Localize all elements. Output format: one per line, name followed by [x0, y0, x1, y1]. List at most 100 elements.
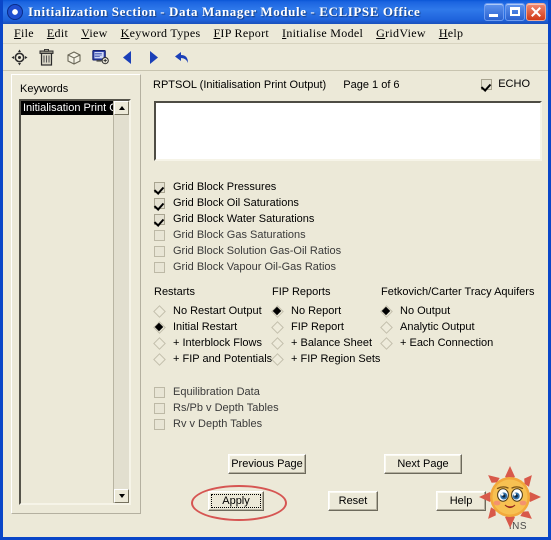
- radio-label: No Output: [400, 305, 451, 317]
- radio-diamond[interactable]: [272, 354, 283, 365]
- scroll-down-icon[interactable]: [114, 489, 129, 503]
- toolbar: [3, 44, 548, 71]
- checkbox-label: Grid Block Water Saturations: [173, 213, 315, 225]
- checkbox-rv-v-depth-tables[interactable]: Rv v Depth Tables: [154, 416, 384, 432]
- checkbox-box[interactable]: [154, 418, 165, 430]
- radio-no-report[interactable]: No Report: [272, 303, 380, 319]
- list-item-initialisation-print-output[interactable]: Initialisation Print Output: [21, 101, 113, 115]
- arrow-right-icon[interactable]: [145, 48, 163, 66]
- radio-diamond[interactable]: [381, 306, 392, 317]
- radio-diamond[interactable]: [272, 338, 283, 349]
- scrollbar-track[interactable]: [114, 115, 129, 489]
- next-page-button[interactable]: Next Page: [384, 454, 462, 474]
- maximize-button[interactable]: [505, 3, 525, 21]
- radio-diamond[interactable]: [381, 338, 392, 349]
- radio-initial-restart[interactable]: Initial Restart: [154, 319, 272, 335]
- echo-checkbox-box[interactable]: [481, 78, 493, 90]
- keyword-name: RPTSOL (Initialisation Print Output): [153, 79, 327, 91]
- cube-icon[interactable]: [64, 48, 82, 66]
- checkbox-label: Equilibration Data: [173, 386, 260, 398]
- close-button[interactable]: [526, 3, 546, 21]
- menu-edit[interactable]: Edit: [41, 25, 75, 42]
- checkbox-box[interactable]: [154, 402, 165, 414]
- radio-label: + FIP and Potentials: [173, 353, 273, 365]
- checkbox-grid-block-oil-saturations[interactable]: Grid Block Oil Saturations: [154, 195, 454, 211]
- checkbox-equilibration-data[interactable]: Equilibration Data: [154, 384, 384, 400]
- checkbox-box[interactable]: [154, 261, 165, 273]
- checkbox-box[interactable]: [154, 213, 165, 225]
- checkbox-box[interactable]: [154, 245, 165, 257]
- radio-fip-report[interactable]: FIP Report: [272, 319, 380, 335]
- radio-diamond[interactable]: [154, 354, 165, 365]
- target-crosshair-icon[interactable]: [10, 48, 28, 66]
- menu-file[interactable]: File: [8, 25, 41, 42]
- checkbox-box[interactable]: [154, 229, 165, 241]
- checkbox-box[interactable]: [154, 386, 165, 398]
- menu-initialise-model[interactable]: Initialise Model: [276, 25, 370, 42]
- radio-diamond[interactable]: [272, 306, 283, 317]
- title-bar: Initialization Section - Data Manager Mo…: [3, 0, 548, 24]
- menu-help[interactable]: Help: [433, 25, 471, 42]
- radio-diamond[interactable]: [154, 306, 165, 317]
- page-indicator: Page 1 of 6: [343, 79, 400, 91]
- radio-label: No Restart Output: [173, 305, 262, 317]
- menu-keyword-types[interactable]: Keyword Types: [115, 25, 208, 42]
- checkbox-grid-block-water-saturations[interactable]: Grid Block Water Saturations: [154, 211, 454, 227]
- radio-interblock-flows[interactable]: + Interblock Flows: [154, 335, 272, 351]
- previous-page-button[interactable]: Previous Page: [228, 454, 306, 474]
- checkbox-box[interactable]: [154, 181, 165, 193]
- keywords-label: Keywords: [20, 83, 69, 95]
- checkbox-label: Grid Block Vapour Oil-Gas Ratios: [173, 261, 337, 273]
- checkbox-label: Grid Block Gas Saturations: [173, 229, 306, 241]
- radio-diamond[interactable]: [154, 338, 165, 349]
- radio-label: + Interblock Flows: [173, 337, 262, 349]
- grid-block-options-group: Grid Block Pressures Grid Block Oil Satu…: [154, 179, 454, 275]
- radio-label: + Each Connection: [400, 337, 494, 349]
- keywords-scrollbar[interactable]: [113, 101, 129, 503]
- radio-label: FIP Report: [291, 321, 344, 333]
- echo-checkbox[interactable]: ECHO: [481, 78, 530, 90]
- keywords-listbox[interactable]: Initialisation Print Output: [19, 99, 131, 505]
- rptsol-form-panel: RPTSOL (Initialisation Print Output) Pag…: [148, 71, 542, 534]
- arrow-left-icon[interactable]: [118, 48, 136, 66]
- menu-view[interactable]: View: [75, 25, 114, 42]
- scroll-up-icon[interactable]: [114, 101, 129, 115]
- radio-fip-and-potentials[interactable]: + FIP and Potentials: [154, 351, 272, 367]
- radio-no-restart-output[interactable]: No Restart Output: [154, 303, 272, 319]
- keywords-list-items: Initialisation Print Output: [21, 101, 113, 503]
- checkbox-box[interactable]: [154, 197, 165, 209]
- radio-balance-sheet[interactable]: + Balance Sheet: [272, 335, 380, 351]
- radio-each-connection[interactable]: + Each Connection: [381, 335, 534, 351]
- checkbox-rs-pb-v-depth-tables[interactable]: Rs/Pb v Depth Tables: [154, 400, 384, 416]
- radio-label: Analytic Output: [400, 321, 475, 333]
- minimize-button[interactable]: [484, 3, 504, 21]
- radio-diamond[interactable]: [154, 322, 165, 333]
- table-options-group: Equilibration Data Rs/Pb v Depth Tables …: [154, 384, 384, 432]
- checkbox-label: Grid Block Pressures: [173, 181, 277, 193]
- apply-button[interactable]: Apply: [208, 491, 264, 511]
- radio-analytic-output[interactable]: Analytic Output: [381, 319, 534, 335]
- menu-fip-report[interactable]: FIP Report: [207, 25, 276, 42]
- comment-textarea[interactable]: [154, 101, 542, 161]
- checkbox-grid-block-gas-saturations[interactable]: Grid Block Gas Saturations: [154, 227, 454, 243]
- radio-group-restarts: Restarts No Restart Output Initial Resta…: [154, 286, 272, 367]
- menu-gridview[interactable]: GridView: [370, 25, 433, 42]
- checkbox-grid-block-pressures[interactable]: Grid Block Pressures: [154, 179, 454, 195]
- undo-arrow-icon[interactable]: [172, 48, 190, 66]
- monitor-icon[interactable]: [91, 48, 109, 66]
- focus-rectangle: [211, 494, 261, 508]
- checkbox-grid-block-vapour-oil-gas-ratios[interactable]: Grid Block Vapour Oil-Gas Ratios: [154, 259, 454, 275]
- trash-bin-icon[interactable]: [37, 48, 55, 66]
- radio-fip-region-sets[interactable]: + FIP Region Sets: [272, 351, 380, 367]
- radio-group-aquifers: Fetkovich/Carter Tracy Aquifers No Outpu…: [381, 286, 534, 351]
- reset-button[interactable]: Reset: [328, 491, 378, 511]
- radio-group-fip-reports: FIP Reports No Report FIP Report + Balan…: [272, 286, 380, 367]
- application-window: Initialization Section - Data Manager Mo…: [0, 0, 551, 540]
- echo-label: ECHO: [498, 78, 530, 90]
- checkbox-grid-block-solution-gas-oil-ratios[interactable]: Grid Block Solution Gas-Oil Ratios: [154, 243, 454, 259]
- main-content-area: Keywords Initialisation Print Output RPT…: [6, 71, 545, 534]
- radio-no-output[interactable]: No Output: [381, 303, 534, 319]
- radio-diamond[interactable]: [272, 322, 283, 333]
- radio-diamond[interactable]: [381, 322, 392, 333]
- eclipse-office-icon: [7, 4, 23, 20]
